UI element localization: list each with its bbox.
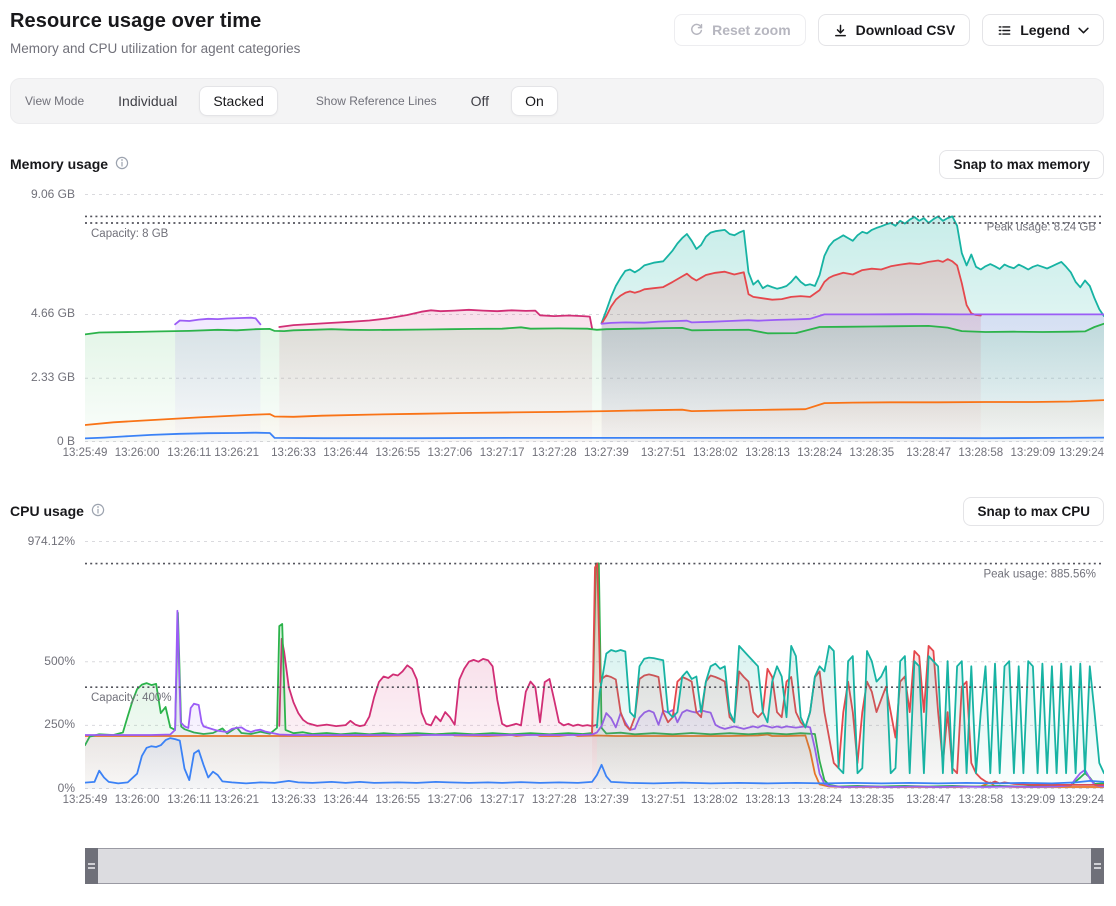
x-axis-tick-label: 13:26:44 [323, 447, 368, 459]
memory-y-axis: 9.06 GB4.66 GB2.33 GB0 B [10, 194, 85, 442]
y-axis-tick-label: 974.12% [28, 534, 75, 548]
x-axis-tick-label: 13:26:55 [375, 794, 420, 806]
x-axis-tick-label: 13:26:11 [167, 447, 211, 459]
reference-line-label: Peak usage: 8.24 GB [987, 221, 1097, 233]
x-axis-tick-label: 13:28:35 [849, 794, 894, 806]
x-axis-tick-label: 13:27:06 [428, 794, 473, 806]
x-axis-tick-label: 13:27:39 [584, 794, 629, 806]
x-axis-tick-label: 13:28:24 [797, 794, 842, 806]
x-axis-tick-label: 13:28:47 [906, 794, 951, 806]
cpu-chart[interactable]: 974.12%500%250%0% Capacity: 400%Peak usa… [10, 541, 1104, 807]
x-axis-tick-label: 13:26:21 [214, 447, 259, 459]
page-title: Resource usage over time [10, 10, 300, 33]
x-axis-tick-label: 13:27:39 [584, 447, 629, 459]
x-axis-tick-label: 13:27:17 [480, 447, 525, 459]
x-axis-tick-label: 13:28:58 [958, 447, 1003, 459]
legend-label: Legend [1020, 22, 1070, 38]
x-axis-tick-label: 13:27:28 [532, 447, 577, 459]
snap-to-max-cpu-button[interactable]: Snap to max CPU [963, 497, 1104, 526]
memory-plot-area[interactable]: Capacity: 8 GB Peak usage: 8.24 GB [85, 194, 1104, 442]
toolbar: Reset zoom Download CSV Legend [674, 14, 1104, 46]
cpu-plot-area[interactable]: Capacity: 400% Peak usage: 885.56% [85, 541, 1104, 789]
cpu-info-icon[interactable] [91, 503, 105, 520]
page-subtitle: Memory and CPU utilization for agent cat… [10, 41, 300, 56]
page-header: Resource usage over time Memory and CPU … [10, 10, 1104, 56]
x-axis-tick-label: 13:28:02 [693, 447, 738, 459]
x-axis-tick-label: 13:26:00 [115, 794, 160, 806]
y-axis-tick-label: 250% [44, 717, 75, 731]
download-csv-button[interactable]: Download CSV [818, 14, 971, 46]
x-axis-tick-label: 13:26:00 [115, 447, 160, 459]
reference-lines-off-button[interactable]: Off [457, 86, 503, 116]
memory-chart[interactable]: 9.06 GB4.66 GB2.33 GB0 B Capacity: 8 GBP… [10, 194, 1104, 460]
snap-to-max-memory-button[interactable]: Snap to max memory [939, 150, 1104, 179]
memory-section-header: Memory usage Snap to max memory [10, 149, 1104, 179]
reference-line-label: Capacity: 400% [91, 692, 172, 704]
y-axis-tick-label: 0 B [57, 434, 75, 448]
x-axis-tick-label: 13:28:13 [745, 794, 790, 806]
chevron-down-icon [1078, 27, 1089, 34]
cpu-usage-title: CPU usage [10, 503, 84, 519]
cpu-section-header: CPU usage Snap to max CPU [10, 496, 1104, 526]
x-axis-tick-label: 13:28:47 [906, 447, 951, 459]
reset-zoom-label: Reset zoom [712, 22, 791, 38]
x-axis-tick-label: 13:27:06 [428, 447, 473, 459]
reference-lines-on-button[interactable]: On [511, 86, 558, 116]
x-axis-tick-label: 13:29:09 [1011, 447, 1056, 459]
refresh-icon [689, 23, 704, 38]
y-axis-tick-label: 500% [44, 654, 75, 668]
memory-x-axis: 13:25:4913:26:0013:26:1113:26:2113:26:33… [85, 442, 1104, 460]
x-axis-tick-label: 13:28:13 [745, 447, 790, 459]
show-reference-lines-label: Show Reference Lines [316, 94, 437, 108]
view-mode-stacked-button[interactable]: Stacked [199, 86, 278, 116]
x-axis-tick-label: 13:29:09 [1011, 794, 1056, 806]
x-axis-tick-label: 13:27:17 [480, 794, 525, 806]
x-axis-tick-label: 13:28:24 [797, 447, 842, 459]
view-mode-individual-button[interactable]: Individual [104, 86, 191, 116]
x-axis-tick-label: 13:26:21 [214, 794, 259, 806]
x-axis-tick-label: 13:26:33 [271, 447, 316, 459]
controls-bar: View Mode Individual Stacked Show Refere… [10, 78, 1104, 124]
x-axis-tick-label: 13:29:24 [1059, 447, 1104, 459]
view-mode-label: View Mode [25, 94, 84, 108]
x-axis-tick-label: 13:26:55 [375, 447, 420, 459]
cpu-plot-svg: Capacity: 400% Peak usage: 885.56% [85, 541, 1104, 789]
cpu-y-axis: 974.12%500%250%0% [10, 541, 85, 789]
x-axis-tick-label: 13:26:44 [323, 794, 368, 806]
x-axis-tick-label: 13:28:35 [849, 447, 894, 459]
reference-line-label: Capacity: 8 GB [91, 228, 169, 240]
time-range-brush[interactable] [85, 848, 1104, 884]
x-axis-tick-label: 13:25:49 [63, 794, 108, 806]
y-axis-tick-label: 9.06 GB [31, 187, 75, 201]
x-axis-tick-label: 13:27:28 [532, 794, 577, 806]
download-csv-label: Download CSV [856, 22, 956, 38]
brush-handle-left[interactable] [85, 848, 98, 884]
x-axis-tick-label: 13:28:02 [693, 794, 738, 806]
legend-button[interactable]: Legend [982, 14, 1104, 46]
brush-handle-right[interactable] [1091, 848, 1104, 884]
x-axis-tick-label: 13:27:51 [641, 794, 686, 806]
memory-info-icon[interactable] [115, 156, 129, 173]
y-axis-tick-label: 0% [58, 781, 75, 795]
cpu-x-axis: 13:25:4913:26:0013:26:1113:26:2113:26:33… [85, 789, 1104, 807]
download-icon [833, 23, 848, 38]
x-axis-tick-label: 13:25:49 [63, 447, 108, 459]
x-axis-tick-label: 13:29:24 [1059, 794, 1104, 806]
y-axis-tick-label: 4.66 GB [31, 306, 75, 320]
legend-list-icon [997, 23, 1012, 38]
x-axis-tick-label: 13:27:51 [641, 447, 686, 459]
x-axis-tick-label: 13:26:11 [167, 794, 211, 806]
x-axis-tick-label: 13:28:58 [958, 794, 1003, 806]
x-axis-tick-label: 13:26:33 [271, 794, 316, 806]
reset-zoom-button[interactable]: Reset zoom [674, 14, 806, 46]
y-axis-tick-label: 2.33 GB [31, 370, 75, 384]
reference-line-label: Peak usage: 885.56% [983, 569, 1096, 581]
memory-usage-title: Memory usage [10, 156, 108, 172]
memory-plot-svg: Capacity: 8 GB Peak usage: 8.24 GB [85, 194, 1104, 442]
